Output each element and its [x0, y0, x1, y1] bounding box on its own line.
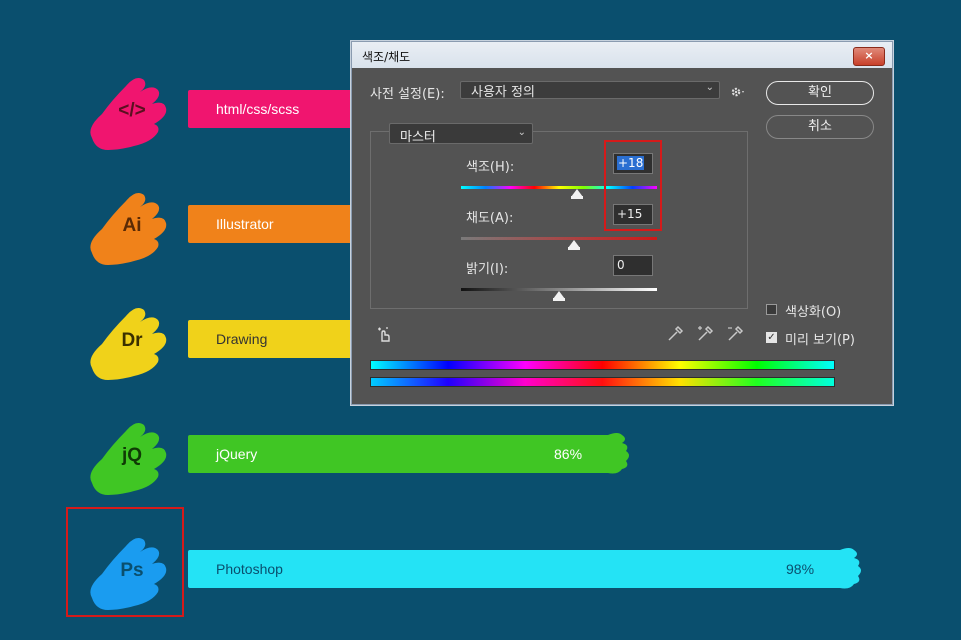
result-color-bar: [370, 377, 835, 387]
skill-percent: 86%: [554, 446, 583, 462]
source-color-bar: [370, 360, 835, 370]
skill-name: html/css/scss: [216, 101, 300, 117]
lightness-slider-thumb-base: [553, 298, 565, 301]
saturation-label: 채도(A):: [466, 211, 514, 226]
chevron-down-icon: ⌄: [705, 82, 714, 93]
lightness-input[interactable]: 0: [613, 255, 653, 276]
hue-saturation-dialog: 색조/채도 × 사전 설정(E): 사용자 정의 ⌄ 확인 취소 마스터 ⌄ 색…: [351, 41, 893, 405]
colorize-label: 색상화(O): [785, 305, 842, 320]
cancel-button[interactable]: 취소: [766, 115, 874, 139]
saturation-slider-thumb-base: [568, 247, 580, 250]
channel-dropdown[interactable]: 마스터 ⌄: [389, 123, 533, 145]
lightness-label: 밝기(I):: [466, 262, 509, 277]
preset-value: 사용자 정의: [471, 85, 535, 100]
skill-name: Illustrator: [216, 216, 274, 232]
skill-percent: 98%: [786, 561, 815, 577]
skill-badge-label: </>: [118, 100, 146, 121]
adjustment-group: [370, 131, 748, 309]
eyedropper-add-icon[interactable]: [696, 325, 714, 343]
skill-bar-brush-end: [608, 433, 629, 474]
preview-label: 미리 보기(P): [785, 333, 855, 348]
skill-bar: [188, 550, 842, 588]
skill-name: Photoshop: [216, 561, 283, 577]
eyedropper-subtract-icon[interactable]: [726, 325, 744, 343]
hue-label: 색조(H):: [466, 160, 515, 175]
dialog-titlebar[interactable]: 색조/채도 ×: [352, 42, 892, 68]
preview-checkbox[interactable]: ✓: [766, 332, 777, 343]
skill-name: jQuery: [216, 446, 258, 462]
hue-slider-thumb-base: [571, 196, 583, 199]
eyedropper-icon[interactable]: [666, 325, 684, 343]
chevron-down-icon: ⌄: [517, 127, 526, 138]
on-image-adjust-icon[interactable]: [376, 325, 394, 343]
highlight-box-inputs: [604, 140, 662, 231]
saturation-slider-track[interactable]: [461, 237, 657, 240]
ok-button[interactable]: 확인: [766, 81, 874, 105]
preset-label: 사전 설정(E):: [370, 87, 445, 102]
channel-value: 마스터: [400, 130, 436, 145]
skill-bar-brush-end: [840, 548, 861, 589]
lightness-value: 0: [617, 258, 625, 272]
highlight-box-photoshop: [66, 507, 184, 617]
dialog-title: 색조/채도: [362, 50, 411, 64]
colorize-checkbox[interactable]: [766, 304, 777, 315]
close-button[interactable]: ×: [853, 47, 885, 66]
skill-name: Drawing: [216, 331, 268, 347]
skill-badge-label: jQ: [121, 445, 143, 466]
gear-icon[interactable]: [729, 83, 747, 101]
skill-badge-label: Ai: [122, 215, 142, 236]
skill-badge-label: Dr: [121, 330, 143, 351]
preset-dropdown[interactable]: 사용자 정의 ⌄: [460, 81, 720, 100]
